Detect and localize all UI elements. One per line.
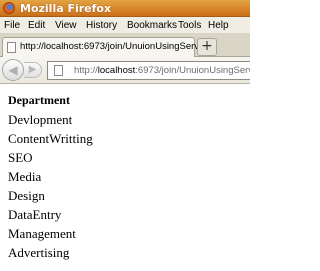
menu-help[interactable]: Help [208,20,229,31]
forward-arrow-icon[interactable]: ▶ [24,62,42,78]
department-item: Devlopment [8,112,73,127]
menu-tools[interactable]: Tools [178,20,201,31]
tab-active[interactable]: http://localhost:6973/join/UnuionUsingSe… [2,37,209,57]
department-item: ContentWritting [8,131,93,146]
page-content: Department Devlopment ContentWritting SE… [0,84,250,271]
tab-label: http://localhost:6973/join/UnuionUsingSe… [20,41,210,52]
url-bar[interactable]: http://localhost:6973/join/UnuionUsingSe… [47,61,250,80]
department-item: SEO [8,150,33,165]
department-item: Media [8,169,42,184]
menu-edit[interactable]: Edit [28,20,45,31]
menu-bar: File Edit View History Bookmarks Tools H… [0,17,250,34]
url-text[interactable]: http://localhost:6973/join/UnuionUsingSe… [74,65,250,76]
department-item: Management [8,226,76,241]
page-icon [54,65,63,76]
window-title: Mozilla Firefox [20,2,112,15]
navigation-bar: ◀ ▶ http://localhost:6973/join/UnuionUsi… [0,57,250,84]
department-item: Advertising [8,245,70,260]
new-tab-button[interactable]: + [197,38,217,56]
menu-file[interactable]: File [4,20,20,31]
department-item: Design [8,188,45,203]
url-host: localhost [97,65,136,76]
tab-strip: http://localhost:6973/join/UnuionUsingSe… [0,34,250,57]
menu-history[interactable]: History [86,20,117,31]
menu-bookmarks[interactable]: Bookmarks [127,20,177,31]
url-prefix: http:// [74,65,98,76]
menu-view[interactable]: View [55,20,77,31]
department-header: Department [8,93,70,107]
firefox-logo-icon [3,2,15,14]
url-path: :6973/join/UnuionUsingServlet [135,65,250,76]
back-arrow-icon[interactable]: ◀ [2,59,24,81]
department-item: DataEntry [8,207,62,222]
page-icon [7,42,16,53]
window-titlebar: Mozilla Firefox [0,0,250,17]
